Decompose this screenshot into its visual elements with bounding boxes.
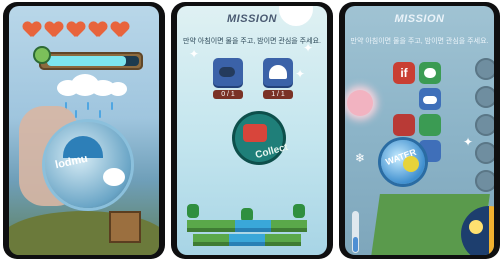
snowflake-icon: ❄ <box>355 151 366 165</box>
mission-instruction: 만약 아침이면 물을 주고, 밤이면 관심을 주세요. <box>350 38 489 45</box>
sparkle-icon: ✦ <box>303 41 314 55</box>
sparkle-icon: ✦ <box>295 67 306 81</box>
sparkle-icon: ✦ <box>463 135 474 149</box>
sparkle-icon: ✦ <box>189 47 200 61</box>
water-tile <box>235 220 247 232</box>
task-attention[interactable] <box>263 58 293 86</box>
side-button[interactable] <box>475 58 494 80</box>
grass-tile <box>277 234 289 246</box>
raindrop-icon <box>75 110 77 118</box>
water-tile <box>247 220 259 232</box>
task-water-count: 0 / 1 <box>213 90 243 99</box>
phone-screen-1: lodmu <box>3 2 165 259</box>
watering-can-icon <box>219 67 235 77</box>
grass-tile <box>283 220 295 232</box>
sprout-icon <box>424 68 436 78</box>
grass-tile <box>295 220 307 232</box>
game-screen-3: MISSION 만약 아침이면 물을 주고, 밤이면 관심을 주세요. if ❄… <box>345 6 494 255</box>
heart-icon <box>67 22 85 38</box>
game-screen-2: MISSION 만약 아침이면 물을 주고, 밤이면 관심을 주세요. 0 / … <box>177 6 327 255</box>
heart-icon <box>111 22 129 38</box>
grass-tile <box>289 234 301 246</box>
water-gauge-fill <box>47 56 127 66</box>
grass-tile <box>211 220 223 232</box>
cloud-icon <box>109 82 127 96</box>
heart-icon <box>89 22 107 38</box>
grass-tile <box>205 234 217 246</box>
grass-tile <box>199 220 211 232</box>
raindrop-icon <box>87 102 89 110</box>
leaf-icon <box>35 48 49 62</box>
water-tile <box>253 234 265 246</box>
character-icon <box>103 168 125 186</box>
phone-screen-2: MISSION 만약 아침이면 물을 주고, 밤이면 관심을 주세요. 0 / … <box>171 2 333 259</box>
sunflower-icon <box>403 156 419 172</box>
grass-tile <box>217 234 229 246</box>
grass-tile <box>271 220 283 232</box>
heart-icon <box>269 65 287 79</box>
water-tile <box>229 234 241 246</box>
game-screen-1: lodmu <box>9 6 159 255</box>
grass-tile <box>223 220 235 232</box>
raindrop-icon <box>111 102 113 110</box>
grass-tile <box>187 220 199 232</box>
green-tile[interactable] <box>419 114 441 136</box>
tree <box>187 204 199 218</box>
task-attention-count: 1 / 1 <box>263 90 293 99</box>
heart-icon <box>23 22 41 38</box>
side-button[interactable] <box>475 86 494 108</box>
wooden-crate <box>109 211 141 243</box>
task-water[interactable] <box>213 58 243 86</box>
flower-icon <box>347 90 373 116</box>
phone-screen-3: MISSION 만약 아침이면 물을 주고, 밤이면 관심을 주세요. if ❄… <box>339 2 500 259</box>
grass-tile <box>193 234 205 246</box>
bucket-icon <box>243 124 267 142</box>
raindrop-icon <box>99 110 101 118</box>
mission-title: MISSION <box>394 13 445 25</box>
thermometer-fill <box>353 236 358 252</box>
side-button[interactable] <box>475 142 494 164</box>
side-button[interactable] <box>475 170 494 192</box>
heart-icon <box>45 22 63 38</box>
side-button[interactable] <box>475 114 494 136</box>
water-tile <box>259 220 271 232</box>
water-tile <box>241 234 253 246</box>
plant-tile[interactable] <box>419 62 441 84</box>
empty-red-tile[interactable] <box>393 114 415 136</box>
grass-tile <box>265 234 277 246</box>
mission-title: MISSION <box>227 13 277 25</box>
water-tile[interactable] <box>419 88 441 110</box>
watering-can-icon <box>423 96 437 104</box>
tree <box>293 204 305 218</box>
if-block[interactable]: if <box>393 62 415 84</box>
sun-icon <box>469 220 483 234</box>
